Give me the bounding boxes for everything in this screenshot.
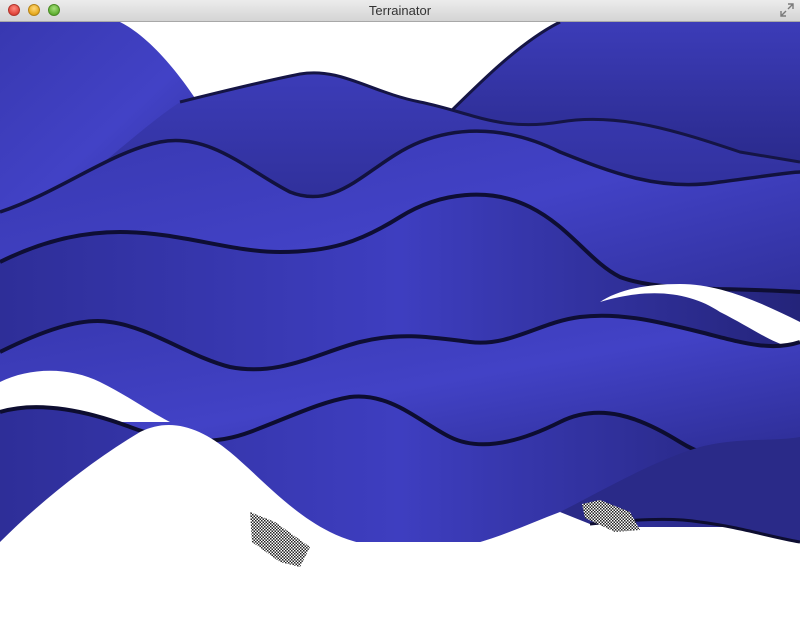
terrain-viewport[interactable] <box>0 22 800 622</box>
terrain-render <box>0 22 800 622</box>
title-bar[interactable]: Terrainator <box>0 0 800 22</box>
fullscreen-icon[interactable] <box>780 3 794 17</box>
window-title: Terrainator <box>368 3 432 18</box>
app-window: Terrainator <box>0 0 800 622</box>
